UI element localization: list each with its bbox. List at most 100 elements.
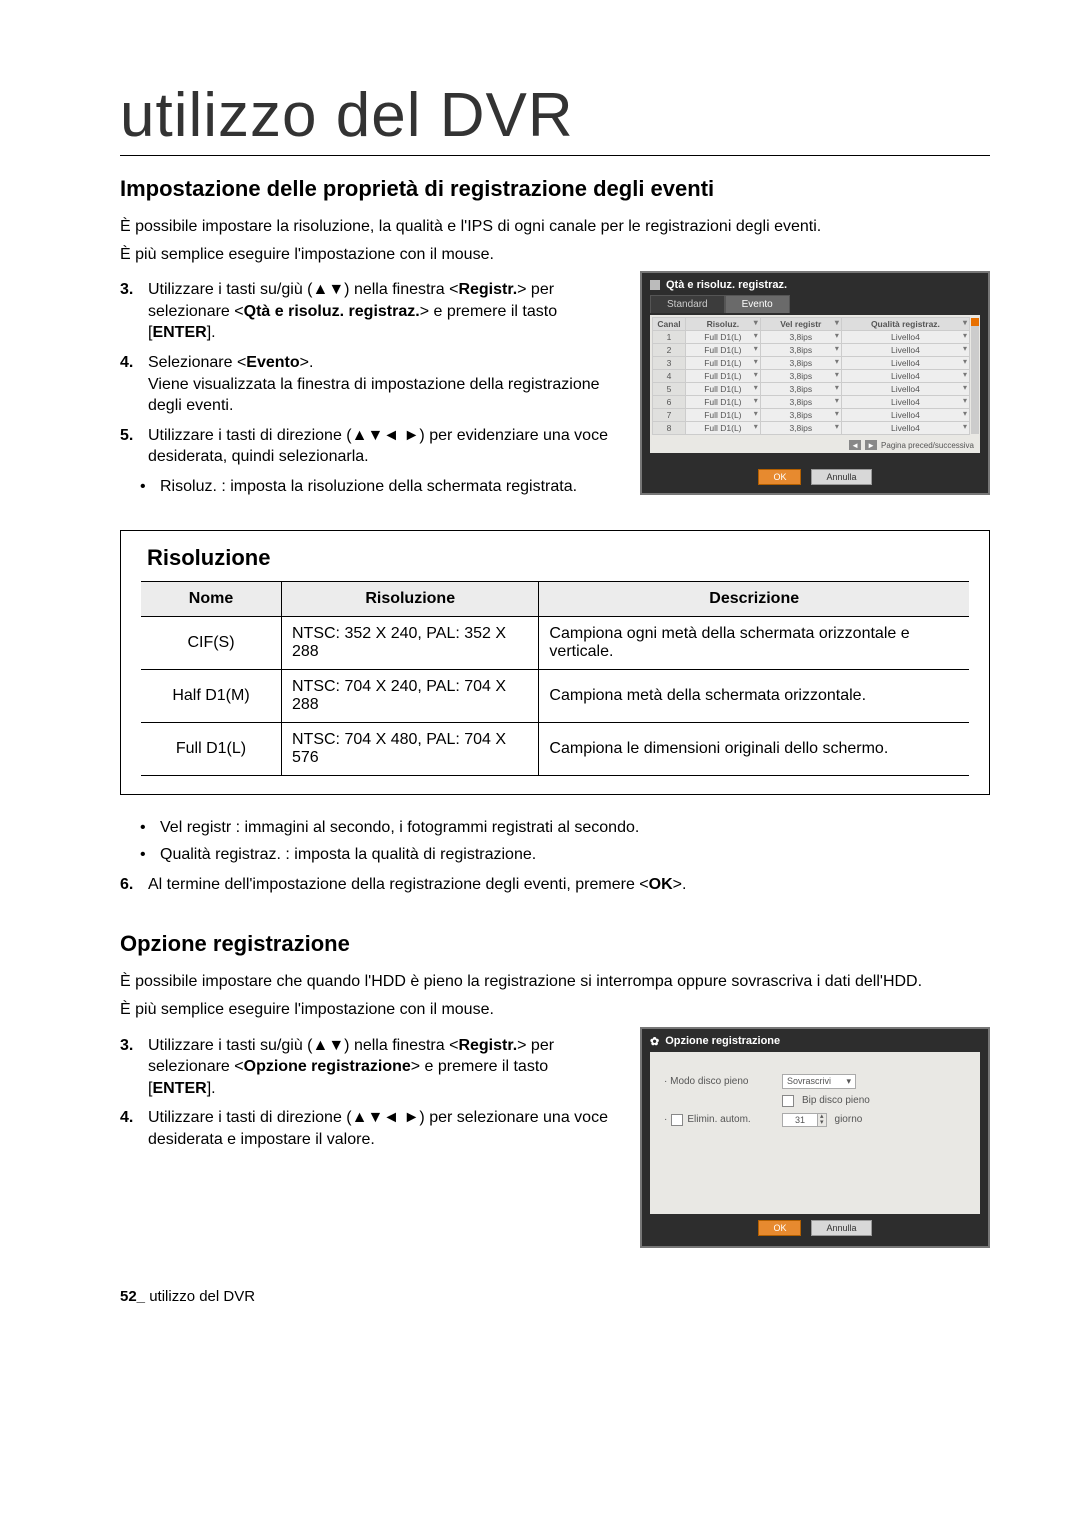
- cell-qual-select[interactable]: Livello4: [841, 344, 969, 357]
- spin-down-icon[interactable]: ▾: [818, 1120, 826, 1126]
- cell-ris: NTSC: 352 X 240, PAL: 352 X 288: [282, 616, 539, 669]
- cell-ris: NTSC: 704 X 480, PAL: 704 X 576: [282, 722, 539, 775]
- cell-desc: Campiona metà della schermata orizzontal…: [539, 669, 969, 722]
- cell-vel-select[interactable]: 3,8ips: [760, 331, 841, 344]
- col-qualita[interactable]: Qualità registraz.: [841, 318, 969, 331]
- cell-risoluz-select[interactable]: Full D1(L): [686, 383, 761, 396]
- bullet-qual: Qualità registraz. : imposta la qualità …: [140, 844, 990, 866]
- dvr-qta-risoluz-panel: Qtà e risoluz. registraz. Standard Event…: [640, 271, 990, 495]
- step-3: 3. Utilizzare i tasti su/giù (▲▼) nella …: [120, 279, 614, 344]
- cell-qual-select[interactable]: Livello4: [841, 357, 969, 370]
- record-icon: [650, 280, 660, 290]
- opt-step-4: 4. Utilizzare i tasti di direzione (▲▼◄ …: [120, 1107, 614, 1150]
- risoluzione-table: Nome Risoluzione Descrizione CIF(S)NTSC:…: [141, 581, 969, 776]
- cell-qual-select[interactable]: Livello4: [841, 422, 969, 435]
- table-row: 6Full D1(L)3,8ipsLivello4: [653, 396, 970, 409]
- table-row: 3Full D1(L)3,8ipsLivello4: [653, 357, 970, 370]
- cell-qual-select[interactable]: Livello4: [841, 331, 969, 344]
- table-row: Half D1(M)NTSC: 704 X 240, PAL: 704 X 28…: [141, 669, 969, 722]
- section-heading-event-rec: Impostazione delle proprietà di registra…: [120, 176, 990, 202]
- intro-line-1: È possibile impostare la risoluzione, la…: [120, 216, 990, 238]
- col-vel[interactable]: Vel registr: [760, 318, 841, 331]
- cell-risoluz-select[interactable]: Full D1(L): [686, 357, 761, 370]
- risoluzione-title: Risoluzione: [147, 545, 969, 571]
- dvr1-ok-button[interactable]: OK: [758, 469, 801, 485]
- bullet-risoluz: Risoluz. : imposta la risoluzione della …: [140, 476, 614, 498]
- pager-label: Pagina preced/successiva: [881, 441, 974, 450]
- bullet-vel: Vel registr : immagini al secondo, i fot…: [140, 817, 990, 839]
- res-h-nome: Nome: [141, 581, 282, 616]
- chevron-down-icon: ▾: [846, 1076, 851, 1087]
- dvr2-row1-sub: Bip disco pieno: [802, 1095, 870, 1106]
- cell-qual-select[interactable]: Livello4: [841, 396, 969, 409]
- cell-channel: 5: [653, 383, 686, 396]
- dvr2-ok-button[interactable]: OK: [758, 1220, 801, 1236]
- section-heading-opzione-reg: Opzione registrazione: [120, 931, 990, 957]
- cell-vel-select[interactable]: 3,8ips: [760, 396, 841, 409]
- pager-prev[interactable]: ◄: [849, 440, 861, 450]
- table-row: 8Full D1(L)3,8ipsLivello4: [653, 422, 970, 435]
- pager-next[interactable]: ►: [865, 440, 877, 450]
- cell-channel: 8: [653, 422, 686, 435]
- dvr1-scrollbar[interactable]: [971, 318, 979, 434]
- cell-nome: Full D1(L): [141, 722, 282, 775]
- cell-vel-select[interactable]: 3,8ips: [760, 409, 841, 422]
- table-row: 5Full D1(L)3,8ipsLivello4: [653, 383, 970, 396]
- cell-risoluz-select[interactable]: Full D1(L): [686, 422, 761, 435]
- cell-nome: Half D1(M): [141, 669, 282, 722]
- table-row: 7Full D1(L)3,8ipsLivello4: [653, 409, 970, 422]
- dvr2-title: Opzione registrazione: [665, 1035, 780, 1047]
- cell-qual-select[interactable]: Livello4: [841, 409, 969, 422]
- disk-full-mode-select[interactable]: Sovrascrivi▾: [782, 1074, 856, 1089]
- res-h-ris: Risoluzione: [282, 581, 539, 616]
- col-risoluz[interactable]: Risoluz.: [686, 318, 761, 331]
- dvr2-cancel-button[interactable]: Annulla: [811, 1220, 871, 1236]
- cell-desc: Campiona le dimensioni originali dello s…: [539, 722, 969, 775]
- step-4: 4. Selezionare <Evento>. Viene visualizz…: [120, 352, 614, 417]
- cell-channel: 7: [653, 409, 686, 422]
- cell-vel-select[interactable]: 3,8ips: [760, 383, 841, 396]
- cell-channel: 1: [653, 331, 686, 344]
- table-row: 2Full D1(L)3,8ipsLivello4: [653, 344, 970, 357]
- cell-vel-select[interactable]: 3,8ips: [760, 370, 841, 383]
- cell-risoluz-select[interactable]: Full D1(L): [686, 409, 761, 422]
- cell-qual-select[interactable]: Livello4: [841, 370, 969, 383]
- cell-channel: 6: [653, 396, 686, 409]
- cell-risoluz-select[interactable]: Full D1(L): [686, 331, 761, 344]
- risoluzione-box: Risoluzione Nome Risoluzione Descrizione…: [120, 530, 990, 795]
- auto-delete-checkbox[interactable]: [671, 1114, 683, 1126]
- opt-step-3: 3. Utilizzare i tasti su/giù (▲▼) nella …: [120, 1035, 614, 1100]
- gear-icon: ✿: [650, 1035, 659, 1048]
- page-title: utilizzo del DVR: [120, 80, 990, 156]
- cell-desc: Campiona ogni metà della schermata orizz…: [539, 616, 969, 669]
- step-5: 5. Utilizzare i tasti di direzione (▲▼◄ …: [120, 425, 614, 468]
- table-row: CIF(S)NTSC: 352 X 240, PAL: 352 X 288Cam…: [141, 616, 969, 669]
- tab-standard[interactable]: Standard: [650, 295, 725, 313]
- cell-risoluz-select[interactable]: Full D1(L): [686, 396, 761, 409]
- tab-evento[interactable]: Evento: [725, 295, 790, 313]
- table-row: Full D1(L)NTSC: 704 X 480, PAL: 704 X 57…: [141, 722, 969, 775]
- beep-disk-full-checkbox[interactable]: [782, 1095, 794, 1107]
- table-row: 1Full D1(L)3,8ipsLivello4: [653, 331, 970, 344]
- cell-vel-select[interactable]: 3,8ips: [760, 344, 841, 357]
- page-footer: 52_ utilizzo del DVR: [120, 1288, 990, 1305]
- cell-vel-select[interactable]: 3,8ips: [760, 357, 841, 370]
- cell-qual-select[interactable]: Livello4: [841, 383, 969, 396]
- res-h-desc: Descrizione: [539, 581, 969, 616]
- cell-ris: NTSC: 704 X 240, PAL: 704 X 288: [282, 669, 539, 722]
- dvr1-grid: Canal Risoluz. Vel registr Qualità regis…: [652, 317, 970, 435]
- cell-channel: 4: [653, 370, 686, 383]
- cell-channel: 3: [653, 357, 686, 370]
- cell-risoluz-select[interactable]: Full D1(L): [686, 344, 761, 357]
- dvr1-cancel-button[interactable]: Annulla: [811, 469, 871, 485]
- intro-line-2: È più semplice eseguire l'impostazione c…: [120, 244, 990, 266]
- cell-risoluz-select[interactable]: Full D1(L): [686, 370, 761, 383]
- opt-intro-line-1: È possibile impostare che quando l'HDD è…: [120, 971, 990, 993]
- step-6: 6. Al termine dell'impostazione della re…: [120, 874, 990, 896]
- col-canal: Canal: [653, 318, 686, 331]
- cell-channel: 2: [653, 344, 686, 357]
- cell-vel-select[interactable]: 3,8ips: [760, 422, 841, 435]
- opt-intro-line-2: È più semplice eseguire l'impostazione c…: [120, 999, 990, 1021]
- auto-delete-days-spinner[interactable]: 31 ▴▾: [782, 1113, 827, 1127]
- dvr2-row2-unit: giorno: [835, 1114, 863, 1125]
